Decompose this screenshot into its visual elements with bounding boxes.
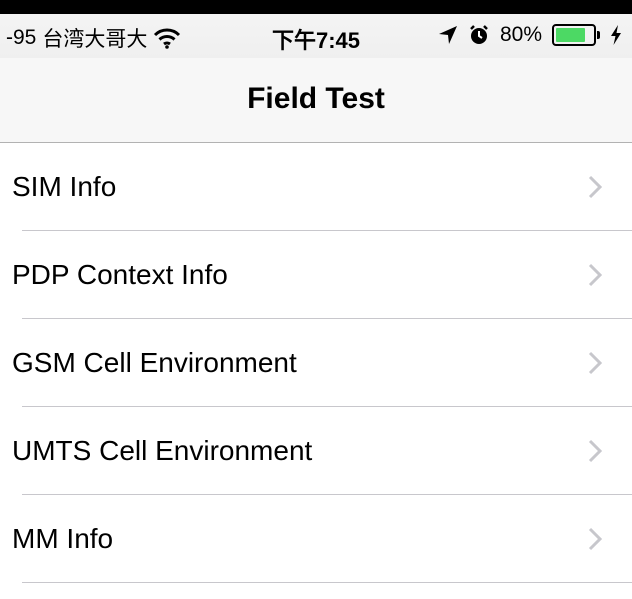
list-item-sim-info[interactable]: SIM Info — [0, 143, 632, 231]
navigation-bar: Field Test — [0, 58, 632, 143]
page-title: Field Test — [247, 82, 385, 115]
row-separator — [22, 582, 632, 583]
top-black-bar — [0, 0, 632, 14]
battery-fill — [556, 28, 585, 42]
list-item-label: GSM Cell Environment — [12, 347, 297, 378]
battery-tip — [597, 31, 600, 39]
location-arrow-icon — [438, 26, 457, 44]
alarm-icon — [470, 25, 488, 44]
list-item-label: SIM Info — [12, 171, 117, 202]
list-item-label: PDP Context Info — [12, 259, 228, 290]
list-item-gsm-cell-environment[interactable]: GSM Cell Environment — [0, 319, 632, 407]
status-right: 80% — [438, 23, 622, 47]
list-item-label: MM Info — [12, 523, 114, 554]
charging-bolt-icon — [611, 25, 621, 45]
field-test-list: SIM Info PDP Context Info GSM Cell Envir… — [0, 143, 632, 583]
chevron-right-icon — [588, 263, 602, 287]
battery-body — [552, 24, 596, 46]
chevron-right-icon — [588, 439, 602, 463]
list-item-label: UMTS Cell Environment — [12, 435, 313, 466]
battery-icon — [552, 24, 600, 46]
battery-percent: 80% — [499, 23, 542, 46]
status-bar: -95 台湾大哥大 下午7:45 80% — [0, 14, 632, 58]
chevron-right-icon — [588, 527, 602, 551]
chevron-right-icon — [588, 175, 602, 199]
list-item-umts-cell-environment[interactable]: UMTS Cell Environment — [0, 407, 632, 495]
list-item-pdp-context-info[interactable]: PDP Context Info — [0, 231, 632, 319]
chevron-right-icon — [588, 351, 602, 375]
list-item-mm-info[interactable]: MM Info — [0, 495, 632, 583]
